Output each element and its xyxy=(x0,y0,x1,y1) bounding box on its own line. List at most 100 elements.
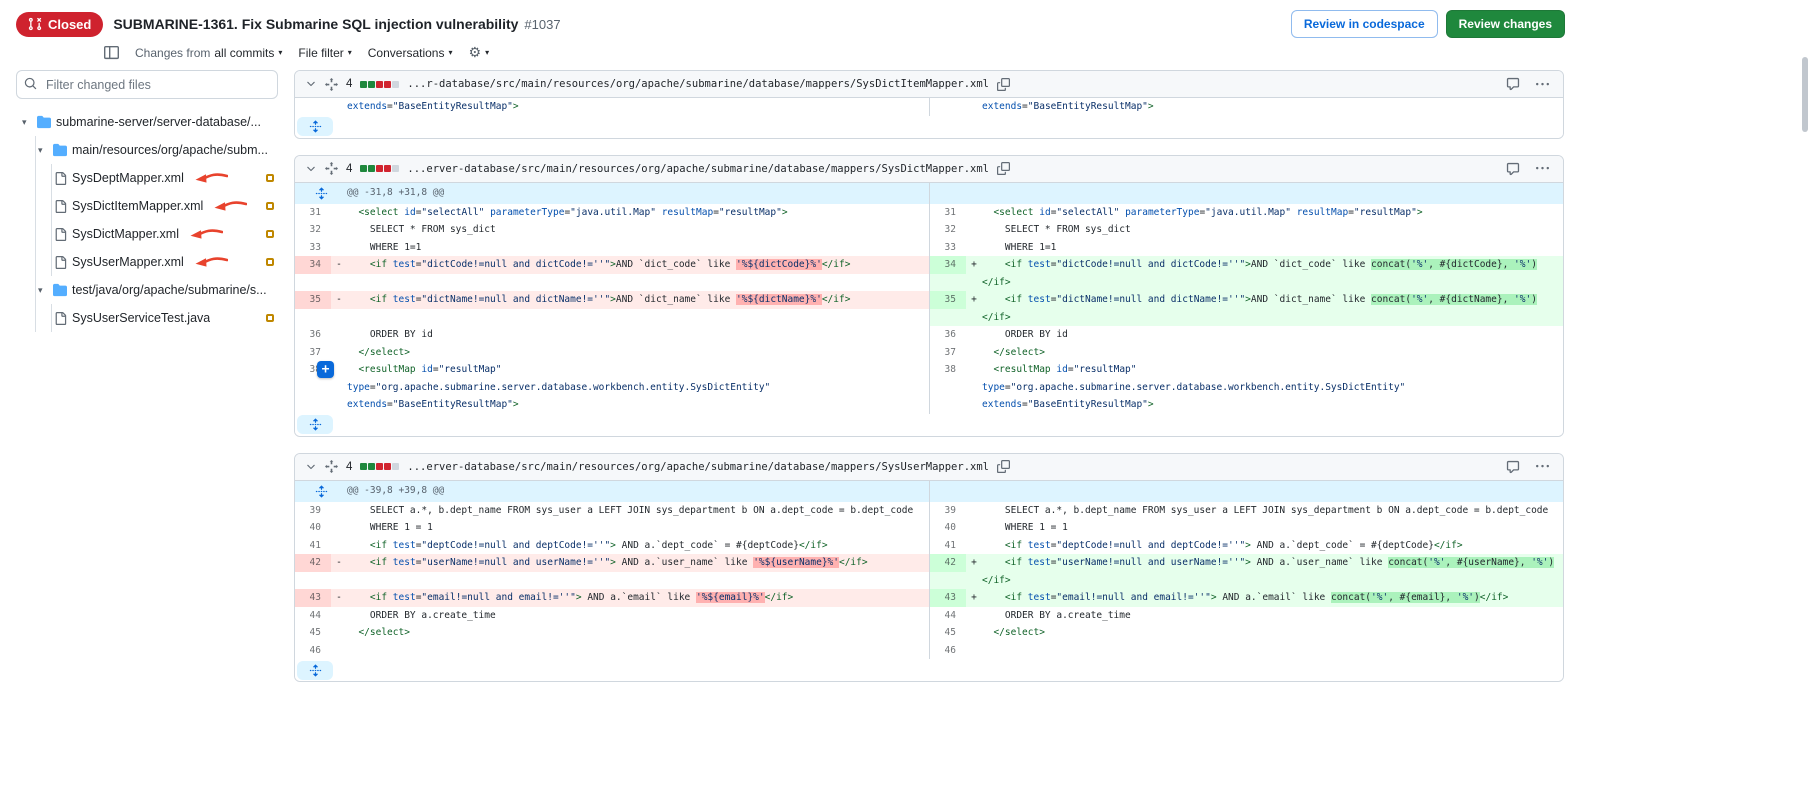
drag-file-handle-icon[interactable] xyxy=(325,78,338,91)
file-comment-icon[interactable] xyxy=(1506,77,1520,91)
line-number[interactable]: 41 xyxy=(930,537,966,555)
line-number[interactable]: 37 xyxy=(930,344,966,362)
code-text: <if test="dictCode!=null and dictCode!='… xyxy=(982,256,1563,291)
line-number[interactable]: 41 xyxy=(295,537,331,555)
annotation-arrow xyxy=(194,172,228,185)
collapse-file-chevron-icon[interactable] xyxy=(305,461,317,473)
line-number[interactable]: 39 xyxy=(930,502,966,520)
file-tree-sidebar: ▾submarine-server/server-database/...▾ma… xyxy=(16,70,278,332)
tree-file-item[interactable]: SysDictItemMapper.xml xyxy=(16,192,278,220)
code-text: WHERE 1=1 xyxy=(982,239,1563,257)
chevron-down-icon[interactable]: ▾ xyxy=(38,285,48,296)
conversations-dropdown[interactable]: Conversations ▾ xyxy=(368,46,453,60)
diff-code-row: 32 SELECT * FROM sys_dict32 SELECT * FRO… xyxy=(295,221,1563,239)
review-in-codespace-button[interactable]: Review in codespace xyxy=(1291,10,1438,38)
line-number[interactable]: 40 xyxy=(295,519,331,537)
line-number[interactable]: 31 xyxy=(930,204,966,222)
file-tree-toggle-icon[interactable] xyxy=(104,45,119,60)
drag-file-handle-icon[interactable] xyxy=(325,162,338,175)
expand-diff-button[interactable] xyxy=(297,415,333,434)
line-number[interactable]: 40 xyxy=(930,519,966,537)
add-line-comment-button[interactable]: + xyxy=(317,361,334,378)
line-number[interactable]: 34 xyxy=(295,256,331,274)
expand-hunk-icon[interactable] xyxy=(295,485,347,498)
tree-folder-item[interactable]: ▾submarine-server/server-database/... xyxy=(16,108,278,136)
code-text: <if test="dictName!=null and dictName!='… xyxy=(982,291,1563,326)
tree-item-label: SysDictItemMapper.xml xyxy=(72,199,203,213)
line-number[interactable]: 39 xyxy=(295,502,331,520)
folder-icon xyxy=(53,283,67,297)
code-text: WHERE 1 = 1 xyxy=(347,519,929,537)
filter-changed-files-input[interactable] xyxy=(16,70,278,99)
code-text: SELECT a.*, b.dept_name FROM sys_user a … xyxy=(347,502,929,520)
file-kebab-menu-icon[interactable] xyxy=(1536,460,1549,473)
expand-diff-button[interactable] xyxy=(297,117,333,136)
line-number[interactable]: 37 xyxy=(295,344,331,362)
diff-line-old: 42- <if test="userName!=null and userNam… xyxy=(295,554,929,572)
tree-file-item[interactable]: SysDictMapper.xml xyxy=(16,220,278,248)
collapse-file-chevron-icon[interactable] xyxy=(305,163,317,175)
code-text: <if test="userName!=null and userName!='… xyxy=(347,554,929,572)
diff-line-old: 46 xyxy=(295,642,929,660)
line-number[interactable]: 44 xyxy=(295,607,331,625)
copy-path-icon[interactable] xyxy=(997,460,1010,473)
tree-file-item[interactable]: SysDeptMapper.xml xyxy=(16,164,278,192)
line-number[interactable]: 31 xyxy=(295,204,331,222)
expand-hunk-icon[interactable] xyxy=(295,187,347,200)
file-kebab-menu-icon[interactable] xyxy=(1536,78,1549,91)
line-number[interactable]: 46 xyxy=(295,642,331,660)
tree-folder-item[interactable]: ▾test/java/org/apache/submarine/s... xyxy=(16,276,278,304)
file-icon xyxy=(54,312,67,325)
line-number[interactable]: 45 xyxy=(295,624,331,642)
line-number[interactable]: 32 xyxy=(295,221,331,239)
diff-sign: + xyxy=(966,554,982,572)
line-number[interactable]: 33 xyxy=(930,239,966,257)
line-number[interactable]: 42 xyxy=(930,554,966,572)
diff-settings-dropdown[interactable]: ⚙ ▾ xyxy=(469,44,490,61)
chevron-down-icon: ▾ xyxy=(348,49,352,57)
review-changes-button[interactable]: Review changes xyxy=(1446,10,1565,38)
line-number[interactable]: 36 xyxy=(930,326,966,344)
line-number[interactable]: 35 xyxy=(295,291,331,309)
file-kebab-menu-icon[interactable] xyxy=(1536,162,1549,175)
chevron-down-icon[interactable]: ▾ xyxy=(38,145,48,156)
line-number[interactable]: 33 xyxy=(295,239,331,257)
pr-header: Closed SUBMARINE-1361. Fix Submarine SQL… xyxy=(0,0,1811,68)
file-comment-icon[interactable] xyxy=(1506,162,1520,176)
file-filter-dropdown[interactable]: File filter ▾ xyxy=(298,46,351,60)
line-number[interactable]: 46 xyxy=(930,642,966,660)
line-number[interactable]: 43 xyxy=(295,589,331,607)
line-number[interactable]: 43 xyxy=(930,589,966,607)
tree-file-item[interactable]: SysUserServiceTest.java xyxy=(16,304,278,332)
chevron-down-icon: ▾ xyxy=(448,49,452,57)
line-number[interactable]: 36 xyxy=(295,326,331,344)
file-comment-icon[interactable] xyxy=(1506,460,1520,474)
line-number[interactable]: 35 xyxy=(930,291,966,309)
line-number[interactable]: 34 xyxy=(930,256,966,274)
chevron-down-icon[interactable]: ▾ xyxy=(22,117,32,128)
chevron-down-icon: ▾ xyxy=(485,49,489,57)
drag-file-handle-icon[interactable] xyxy=(325,460,338,473)
copy-path-icon[interactable] xyxy=(997,78,1010,91)
line-number[interactable]: 42 xyxy=(295,554,331,572)
file-changes-count: 4 xyxy=(346,163,352,175)
diff-line-new: 45 </select> xyxy=(930,624,1563,642)
tree-file-item[interactable]: SysUserMapper.xml xyxy=(16,248,278,276)
collapse-file-chevron-icon[interactable] xyxy=(305,78,317,90)
diff-line-new: 32 SELECT * FROM sys_dict xyxy=(930,221,1563,239)
changes-from-dropdown[interactable]: Changes from all commits ▾ xyxy=(135,46,282,60)
diff-line-old: 41 <if test="deptCode!=null and deptCode… xyxy=(295,537,929,555)
pr-status-badge: Closed xyxy=(16,12,103,37)
copy-path-icon[interactable] xyxy=(997,162,1010,175)
expand-diff-button[interactable] xyxy=(297,661,333,680)
line-number[interactable]: 38 xyxy=(930,361,966,379)
file-tree: ▾submarine-server/server-database/...▾ma… xyxy=(16,108,278,332)
tree-folder-item[interactable]: ▾main/resources/org/apache/subm... xyxy=(16,136,278,164)
code-text: ORDER BY a.create_time xyxy=(347,607,929,625)
diff-sign: + xyxy=(966,291,982,309)
page-scrollbar-thumb[interactable] xyxy=(1802,57,1808,132)
line-number[interactable]: 45 xyxy=(930,624,966,642)
line-number[interactable]: 32 xyxy=(930,221,966,239)
line-number[interactable]: 44 xyxy=(930,607,966,625)
diffstat-squares xyxy=(360,81,399,88)
